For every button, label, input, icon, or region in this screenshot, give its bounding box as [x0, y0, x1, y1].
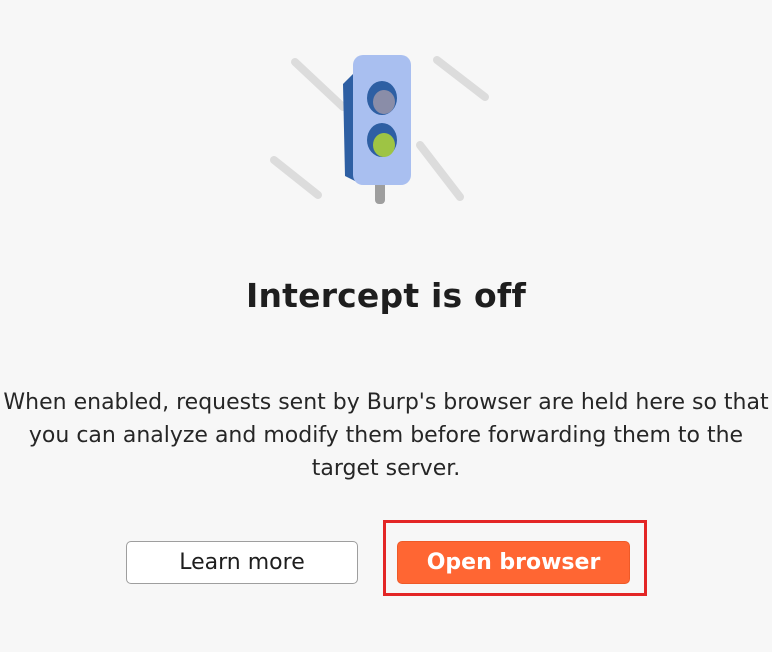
- empty-state-title: Intercept is off: [245, 276, 527, 315]
- open-browser-button[interactable]: Open browser: [397, 541, 630, 584]
- empty-state-description: When enabled, requests sent by Burp's br…: [3, 390, 769, 481]
- traffic-light-icon: [260, 40, 500, 220]
- learn-more-button[interactable]: Learn more: [126, 541, 358, 584]
